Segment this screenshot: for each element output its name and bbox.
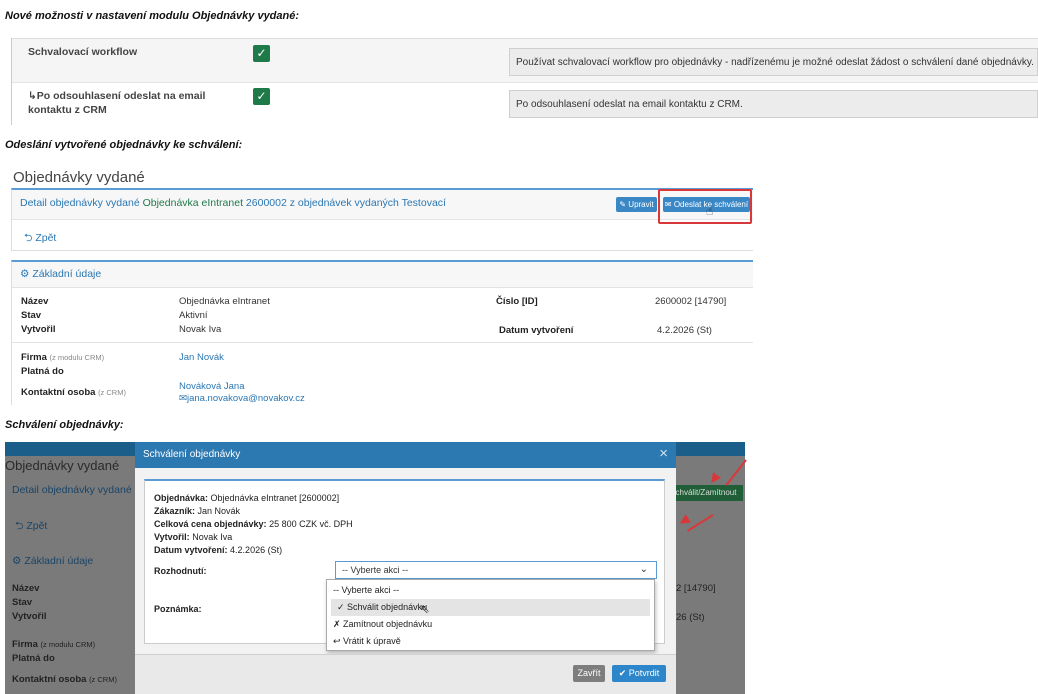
edit-button[interactable]: ✎ Upravit [616,197,657,212]
pointer-cursor-icon: ⇖ [420,602,431,616]
option-return[interactable]: ↩ Vrátit k úpravě [327,633,654,650]
bg-name-label: Název [12,583,40,594]
created-label: Vytvořil [21,324,56,335]
modal-footer: Zavřít ✔ Potvrdit [135,654,676,694]
page-title: Objednávky vydané [13,169,145,186]
basic-info-panel: ⚙ Základní údaje Název Objednávka eIntra… [11,260,753,405]
bg-page-title: Objednávky vydané [5,458,120,473]
contact-link[interactable]: Nováková Jana [179,381,244,392]
bg-basic-header: ⚙ Základní údaje [12,555,94,567]
users-icon: ⚙ [20,268,30,280]
state-value: Aktivní [179,310,208,321]
date-label: Datum vytvoření [499,325,574,336]
detail-order-name: Objednávka eIntranet [142,197,243,209]
order-line: Objednávka: Objednávka eIntranet [260000… [154,493,340,503]
bg-valid-label: Platná do [12,653,55,664]
section-heading-approval: Schválení objednávky: [5,419,124,431]
creator-line: Vytvořil: Novak Iva [154,532,233,542]
date-value: 4.2.2026 (St) [657,325,712,336]
send-email-checkbox[interactable]: ✓ [253,88,270,105]
modal-header: Schválení objednávky × [135,442,676,468]
close-icon[interactable]: × [659,445,668,462]
order-detail-header: Detail objednávky vydané Objednávka eInt… [12,190,753,220]
settings-panel: Schvalovací workflow ✓ Používat schvalov… [11,38,1038,125]
number-value: 2600002 [14790] [655,296,727,307]
option-reject[interactable]: ✗ Zamítnout objednávku [327,616,654,633]
setting-label-line2: kontaktu z CRM [28,104,107,116]
close-button[interactable]: Zavřít [573,665,605,682]
option-approve[interactable]: ✓ Schválit objednávku [331,599,650,616]
contact-email-link[interactable]: ✉jana.novakova@novakov.cz [179,393,305,404]
setting-label: ↳Po odsouhlasení odeslat na email [28,90,206,102]
chevron-down-icon: ⌄ [639,564,648,575]
number-label: Číslo [ID] [496,296,538,307]
firm-link[interactable]: Jan Novák [179,352,224,363]
bg-approve-reject-button: chválit/Zamítnout [669,485,743,501]
customer-line: Zákazník: Jan Novák [154,506,241,516]
approval-modal: Schválení objednávky × Objednávka: Objed… [135,442,676,694]
section-heading-settings: Nové možnosti v nastavení modulu Objedná… [5,10,300,22]
valid-until-label: Platná do [21,366,64,377]
order-detail-title: Detail objednávky vydané Objednávka eInt… [20,197,446,209]
bg-detail-title: Detail objednávky vydané [12,484,132,496]
bg-number-value: 2 [14790] [676,583,716,594]
basic-info-title: Základní údaje [32,268,102,280]
setting-row-send-email: ↳Po odsouhlasení odeslat na email kontak… [12,82,1038,125]
detail-prefix: Detail objednávky vydané [20,197,140,209]
decision-dropdown: -- Vyberte akci -- ✓ Schválit objednávku… [326,579,655,651]
approval-workflow-checkbox[interactable]: ✓ [253,45,270,62]
created-value: Novak Iva [179,324,222,335]
setting-description: Používat schvalovací workflow pro objedn… [509,48,1038,76]
decision-select[interactable]: -- Vyberte akci -- ⌄ [335,561,657,579]
bg-state-label: Stav [12,597,33,608]
confirm-button[interactable]: ✔ Potvrdit [612,665,666,682]
detail-suffix: 2600002 z objednávek vydaných Testovací [245,197,446,209]
users-icon: ⚙ [12,555,22,567]
highlight-frame [658,189,752,224]
bg-back-link: ⮌ Zpět [15,520,48,532]
name-label: Název [21,296,49,307]
firm-label: Firma (z modulu CRM) [21,352,105,363]
divider [12,342,753,343]
note-label: Poznámka: [154,604,202,614]
back-link[interactable]: ⮌ Zpět [24,230,56,248]
order-detail-panel: Detail objednávky vydané Objednávka eInt… [11,188,753,251]
price-line: Celková cena objednávky: 25 800 CZK vč. … [154,519,353,529]
basic-info-header: ⚙ Základní údaje [12,262,753,288]
hand-cursor-icon: ☝ [706,204,714,218]
bg-date-value: 26 (St) [676,612,705,623]
bg-contact-label: Kontaktní osoba (z CRM) [12,674,117,685]
bg-created-label: Vytvořil [12,611,47,622]
section-heading-send: Odeslání vytvořené objednávky ke schvále… [5,139,243,151]
setting-description: Po odsouhlasení odeslat na email kontakt… [509,90,1038,118]
option-select-action[interactable]: -- Vyberte akci -- [327,582,654,599]
bg-firm-label: Firma (z modulu CRM) [12,639,96,650]
name-value: Objednávka eIntranet [179,296,270,307]
setting-label: Schvalovací workflow [28,46,138,58]
contact-label: Kontaktní osoba (z CRM) [21,387,126,398]
modal-title: Schválení objednávky [143,449,241,460]
state-label: Stav [21,310,42,321]
setting-row-approval-workflow: Schvalovací workflow ✓ Používat schvalov… [12,38,1038,82]
date-line: Datum vytvoření: 4.2.2026 (St) [154,545,283,555]
decision-label: Rozhodnutí: [154,566,207,576]
